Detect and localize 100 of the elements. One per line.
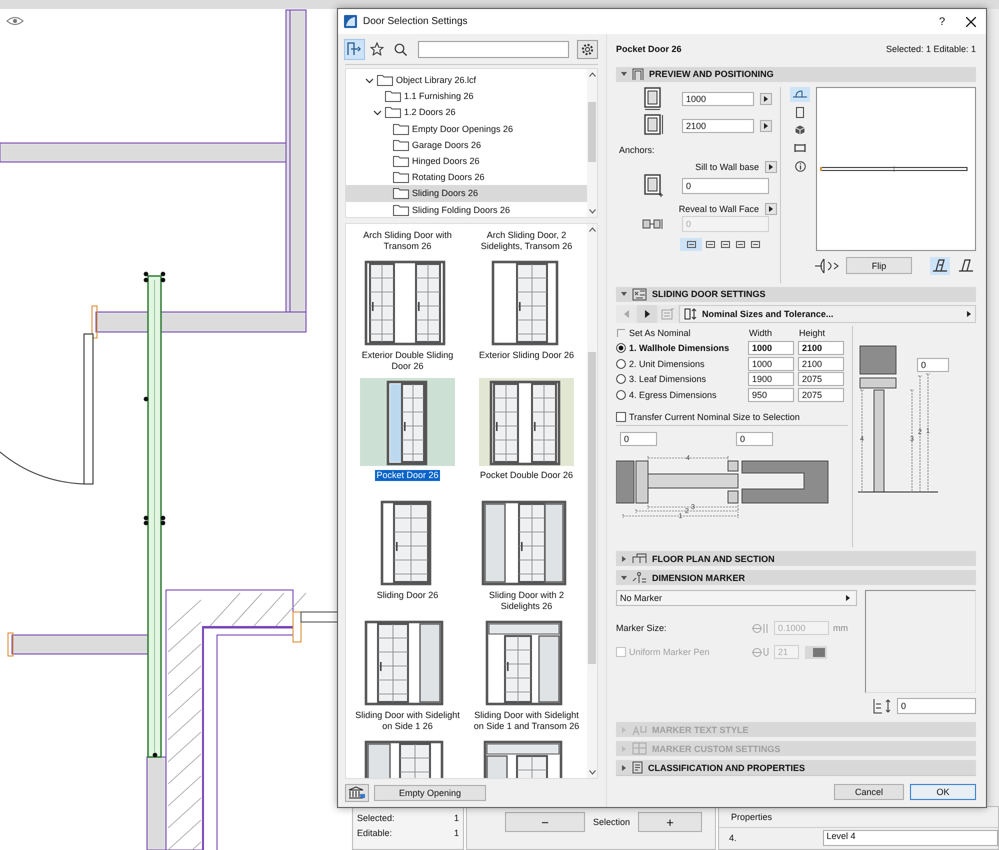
empty-opening-button[interactable]: Empty Opening — [374, 784, 486, 800]
section-header[interactable]: DIMENSION MARKER — [616, 570, 976, 586]
scroll-up-icon[interactable] — [588, 227, 596, 232]
library-button[interactable] — [345, 784, 369, 802]
offset-field[interactable]: 0 — [897, 698, 976, 714]
chevron-icon[interactable] — [373, 108, 382, 117]
scrollbar[interactable] — [587, 224, 597, 778]
sill-field[interactable]: 0 — [682, 178, 769, 194]
tree-item[interactable]: Empty Door Openings 26 — [346, 120, 587, 137]
cancel-button[interactable]: Cancel — [834, 784, 904, 800]
width-field[interactable]: 1000 — [748, 341, 794, 356]
info-label: Editable: — [357, 828, 392, 838]
property-label: 4. — [729, 833, 737, 843]
scroll-down-icon[interactable] — [588, 770, 596, 775]
tree-item[interactable]: 1.1 Furnishing 26 — [346, 88, 587, 104]
arrow-button[interactable] — [765, 202, 777, 215]
radio-button[interactable] — [616, 343, 626, 354]
section-header[interactable]: PREVIEW AND POSITIONING — [616, 66, 976, 82]
radio-option[interactable]: 1. Wallhole Dimensions — [616, 341, 744, 356]
collapse-triangle-icon[interactable] — [621, 291, 627, 298]
arrow-button[interactable] — [765, 160, 777, 173]
page-dropdown[interactable]: Nominal Sizes and Tolerance... — [679, 304, 976, 323]
flip-button[interactable]: Flip — [846, 257, 912, 274]
section-header[interactable]: SLIDING DOOR SETTINGS — [616, 286, 976, 302]
dimension-marker-icon — [632, 572, 647, 584]
radio-option[interactable]: 4. Egress Dimensions — [616, 388, 744, 402]
object-name[interactable]: Arch Sliding Door with Transom 26 — [350, 230, 465, 252]
anchor-option-button[interactable] — [680, 238, 702, 251]
object-name[interactable]: Sliding Door 26 — [376, 590, 440, 601]
library-tool-button[interactable] — [345, 40, 364, 58]
arrow-button[interactable] — [760, 92, 772, 105]
radio-button[interactable] — [616, 358, 626, 369]
remove-button[interactable]: − — [505, 812, 585, 832]
floor-plan-drawing[interactable] — [0, 10, 340, 850]
height-field[interactable]: 2100 — [682, 118, 754, 133]
height-field[interactable]: 2075 — [798, 388, 844, 402]
ok-button[interactable]: OK — [910, 784, 976, 800]
checkbox-label: Uniform Marker Pen — [629, 647, 710, 658]
object-name[interactable]: Exterior Sliding Door 26 — [478, 350, 576, 361]
tree-item[interactable]: Garage Doors 26 — [346, 136, 587, 153]
library-tool-button[interactable] — [368, 40, 387, 58]
height-field[interactable]: 2075 — [798, 372, 844, 386]
offset-field[interactable]: 0 — [917, 358, 949, 372]
search-field[interactable] — [418, 40, 570, 58]
tree-item[interactable]: 1.2 Doors 26 — [346, 104, 587, 121]
radio-button[interactable] — [616, 374, 626, 384]
collapse-triangle-icon[interactable] — [621, 574, 627, 581]
gap-field[interactable]: 0 — [620, 432, 657, 446]
door-thumbnail[interactable] — [479, 378, 574, 466]
height-field[interactable]: 2100 — [798, 356, 844, 371]
tree-item[interactable]: Sliding Folding Doors 26 — [346, 202, 587, 217]
marker-type-dropdown[interactable]: No Marker — [616, 590, 857, 606]
scroll-down-icon[interactable] — [588, 209, 596, 214]
eye-icon[interactable] — [6, 16, 24, 26]
tree-item[interactable]: Hinged Doors 26 — [346, 152, 587, 170]
width-field[interactable]: 1000 — [748, 356, 794, 371]
width-field[interactable]: 1900 — [748, 372, 794, 386]
expand-triangle-icon[interactable] — [621, 764, 627, 770]
arrow-button[interactable] — [760, 120, 772, 132]
view-mode-button[interactable] — [790, 86, 810, 102]
pen-number-field: 21 — [774, 645, 799, 660]
object-name[interactable]: Arch Sliding Door, 2 Sidelights, Transom 26 — [469, 230, 584, 252]
height-field[interactable]: 2100 — [798, 341, 844, 356]
tree-item[interactable]: Rotating Doors 26 — [346, 169, 587, 186]
add-button[interactable]: + — [638, 812, 702, 832]
object-name[interactable]: Sliding Door with Sidelight on Side 1 26 — [350, 710, 465, 732]
expand-triangle-icon[interactable] — [621, 556, 627, 562]
collapse-triangle-icon[interactable] — [621, 71, 627, 78]
width-field[interactable]: 1000 — [682, 92, 754, 106]
floor-plan-icon — [632, 553, 647, 564]
checkbox-label[interactable]: Transfer Current Nominal Size to Selection — [629, 412, 800, 422]
checkbox[interactable] — [616, 412, 626, 422]
chevron-icon[interactable] — [365, 76, 374, 85]
section-header[interactable]: FLOOR PLAN AND SECTION — [616, 551, 976, 566]
object-name[interactable]: Pocket Double Door 26 — [478, 470, 574, 481]
object-name[interactable]: Exterior Double Sliding Door 26 — [350, 350, 465, 372]
tree-item[interactable]: Sliding Doors 26 — [346, 185, 587, 202]
width-field[interactable]: 950 — [748, 388, 794, 402]
settings-button[interactable] — [577, 40, 598, 58]
gap-field[interactable]: 0 — [736, 432, 773, 446]
info-icon — [794, 160, 806, 172]
help-button[interactable]: ? — [928, 16, 956, 28]
object-name[interactable]: Pocket Door 26 — [375, 470, 440, 481]
next-page-button[interactable] — [637, 304, 657, 323]
play-arrow-icon — [769, 164, 773, 170]
radio-button[interactable] — [616, 390, 626, 400]
door-thumbnail[interactable] — [360, 378, 455, 466]
side-option-button[interactable] — [930, 256, 950, 275]
radio-option[interactable]: 2. Unit Dimensions — [616, 356, 744, 371]
elevation-view-icon — [796, 106, 804, 118]
close-icon[interactable] — [966, 16, 976, 26]
section-header[interactable]: CLASSIFICATION AND PROPERTIES — [616, 760, 976, 775]
scroll-up-icon[interactable] — [588, 72, 596, 77]
object-name[interactable]: Sliding Door with 2 Sidelights 26 — [469, 590, 584, 612]
tree-item[interactable]: Object Library 26.lcf — [346, 72, 587, 88]
radio-option[interactable]: 3. Leaf Dimensions — [616, 372, 744, 386]
property-field[interactable]: Level 4 — [822, 830, 998, 846]
object-name[interactable]: Sliding Door with Sidelight on Side 1 and Transom 26 — [469, 710, 584, 732]
scrollbar[interactable] — [587, 69, 597, 217]
folder-icon — [393, 155, 409, 168]
